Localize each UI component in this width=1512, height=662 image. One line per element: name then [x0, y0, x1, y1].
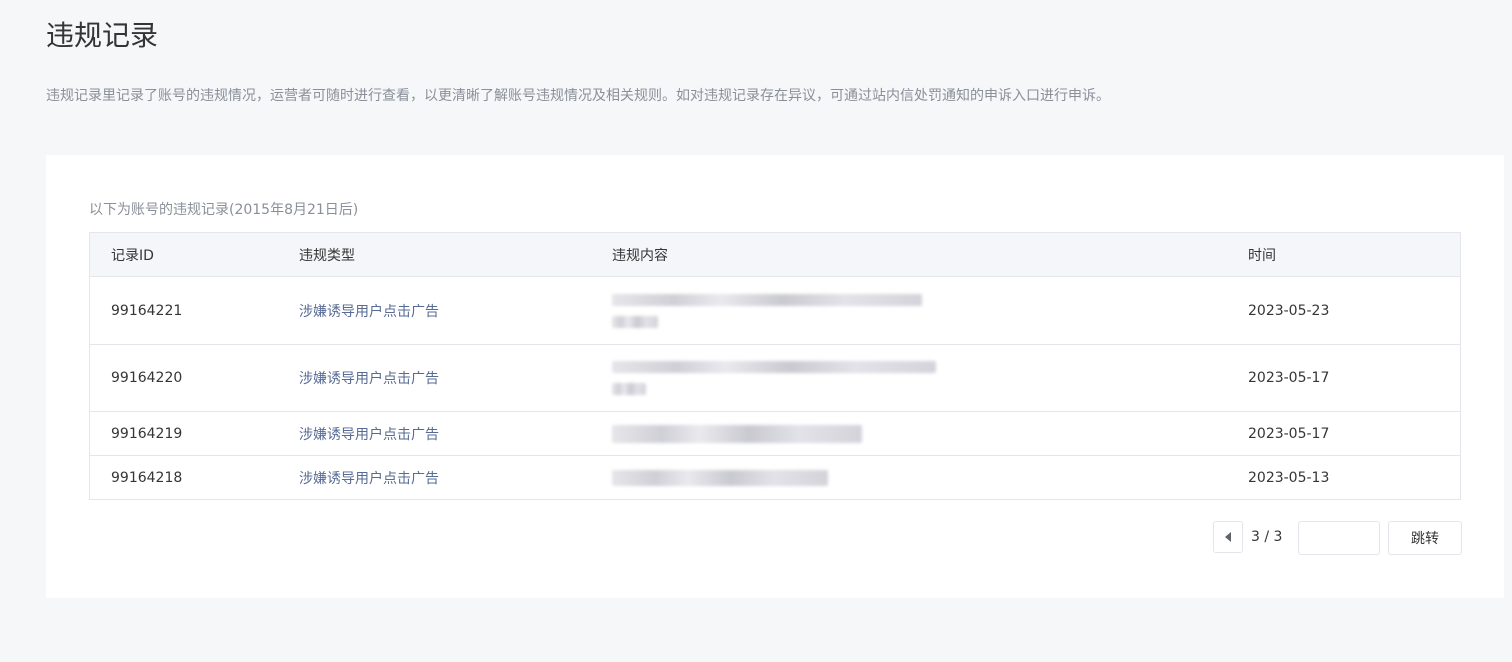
- page-number-input[interactable]: [1298, 521, 1380, 555]
- column-header-id: 记录ID: [111, 247, 154, 264]
- table-header: 记录ID 违规类型 违规内容 时间: [90, 233, 1460, 276]
- record-time: 2023-05-13: [1248, 469, 1330, 486]
- record-time: 2023-05-17: [1248, 425, 1330, 442]
- record-id: 99164218: [111, 469, 183, 486]
- caret-left-icon: [1225, 532, 1231, 542]
- records-card: 以下为账号的违规记录(2015年8月21日后) 记录ID 违规类型 违规内容 时…: [46, 155, 1504, 598]
- page: 违规记录 违规记录里记录了账号的违规情况，运营者可随时进行查看，以更清晰了解账号…: [0, 0, 1512, 662]
- record-time: 2023-05-23: [1248, 302, 1330, 319]
- record-time: 2023-05-17: [1248, 370, 1330, 386]
- record-id: 99164220: [111, 370, 183, 386]
- record-id: 99164219: [111, 425, 183, 442]
- page-title: 违规记录: [46, 19, 159, 52]
- violation-content-redacted: [612, 345, 936, 411]
- violation-type-link[interactable]: 涉嫌诱导用户点击广告: [299, 412, 439, 455]
- table-row: 99164218 涉嫌诱导用户点击广告 2023-05-13: [90, 455, 1460, 499]
- table-row: 99164220 涉嫌诱导用户点击广告 2023-05-17: [90, 344, 1460, 411]
- record-id: 99164221: [111, 302, 183, 319]
- prev-page-button[interactable]: [1213, 521, 1243, 553]
- violation-type-link[interactable]: 涉嫌诱导用户点击广告: [299, 345, 439, 411]
- violation-type-link[interactable]: 涉嫌诱导用户点击广告: [299, 456, 439, 499]
- column-header-type: 违规类型: [299, 247, 355, 264]
- table-row: 99164219 涉嫌诱导用户点击广告 2023-05-17: [90, 411, 1460, 455]
- violation-content-redacted: [612, 412, 862, 455]
- violation-content-redacted: [612, 277, 922, 344]
- column-header-content: 违规内容: [612, 247, 668, 264]
- violation-type-link[interactable]: 涉嫌诱导用户点击广告: [299, 277, 439, 344]
- page-description: 违规记录里记录了账号的违规情况，运营者可随时进行查看，以更清晰了解账号违规情况及…: [46, 88, 1110, 104]
- jump-button[interactable]: 跳转: [1388, 521, 1462, 555]
- table-row: 99164221 涉嫌诱导用户点击广告 2023-05-23: [90, 276, 1460, 344]
- page-indicator: 3 / 3: [1251, 529, 1283, 545]
- column-header-time: 时间: [1248, 247, 1276, 264]
- records-table: 记录ID 违规类型 违规内容 时间 99164221 涉嫌诱导用户点击广告 20…: [89, 232, 1461, 500]
- violation-content-redacted: [612, 456, 828, 499]
- records-subtitle: 以下为账号的违规记录(2015年8月21日后): [89, 202, 359, 218]
